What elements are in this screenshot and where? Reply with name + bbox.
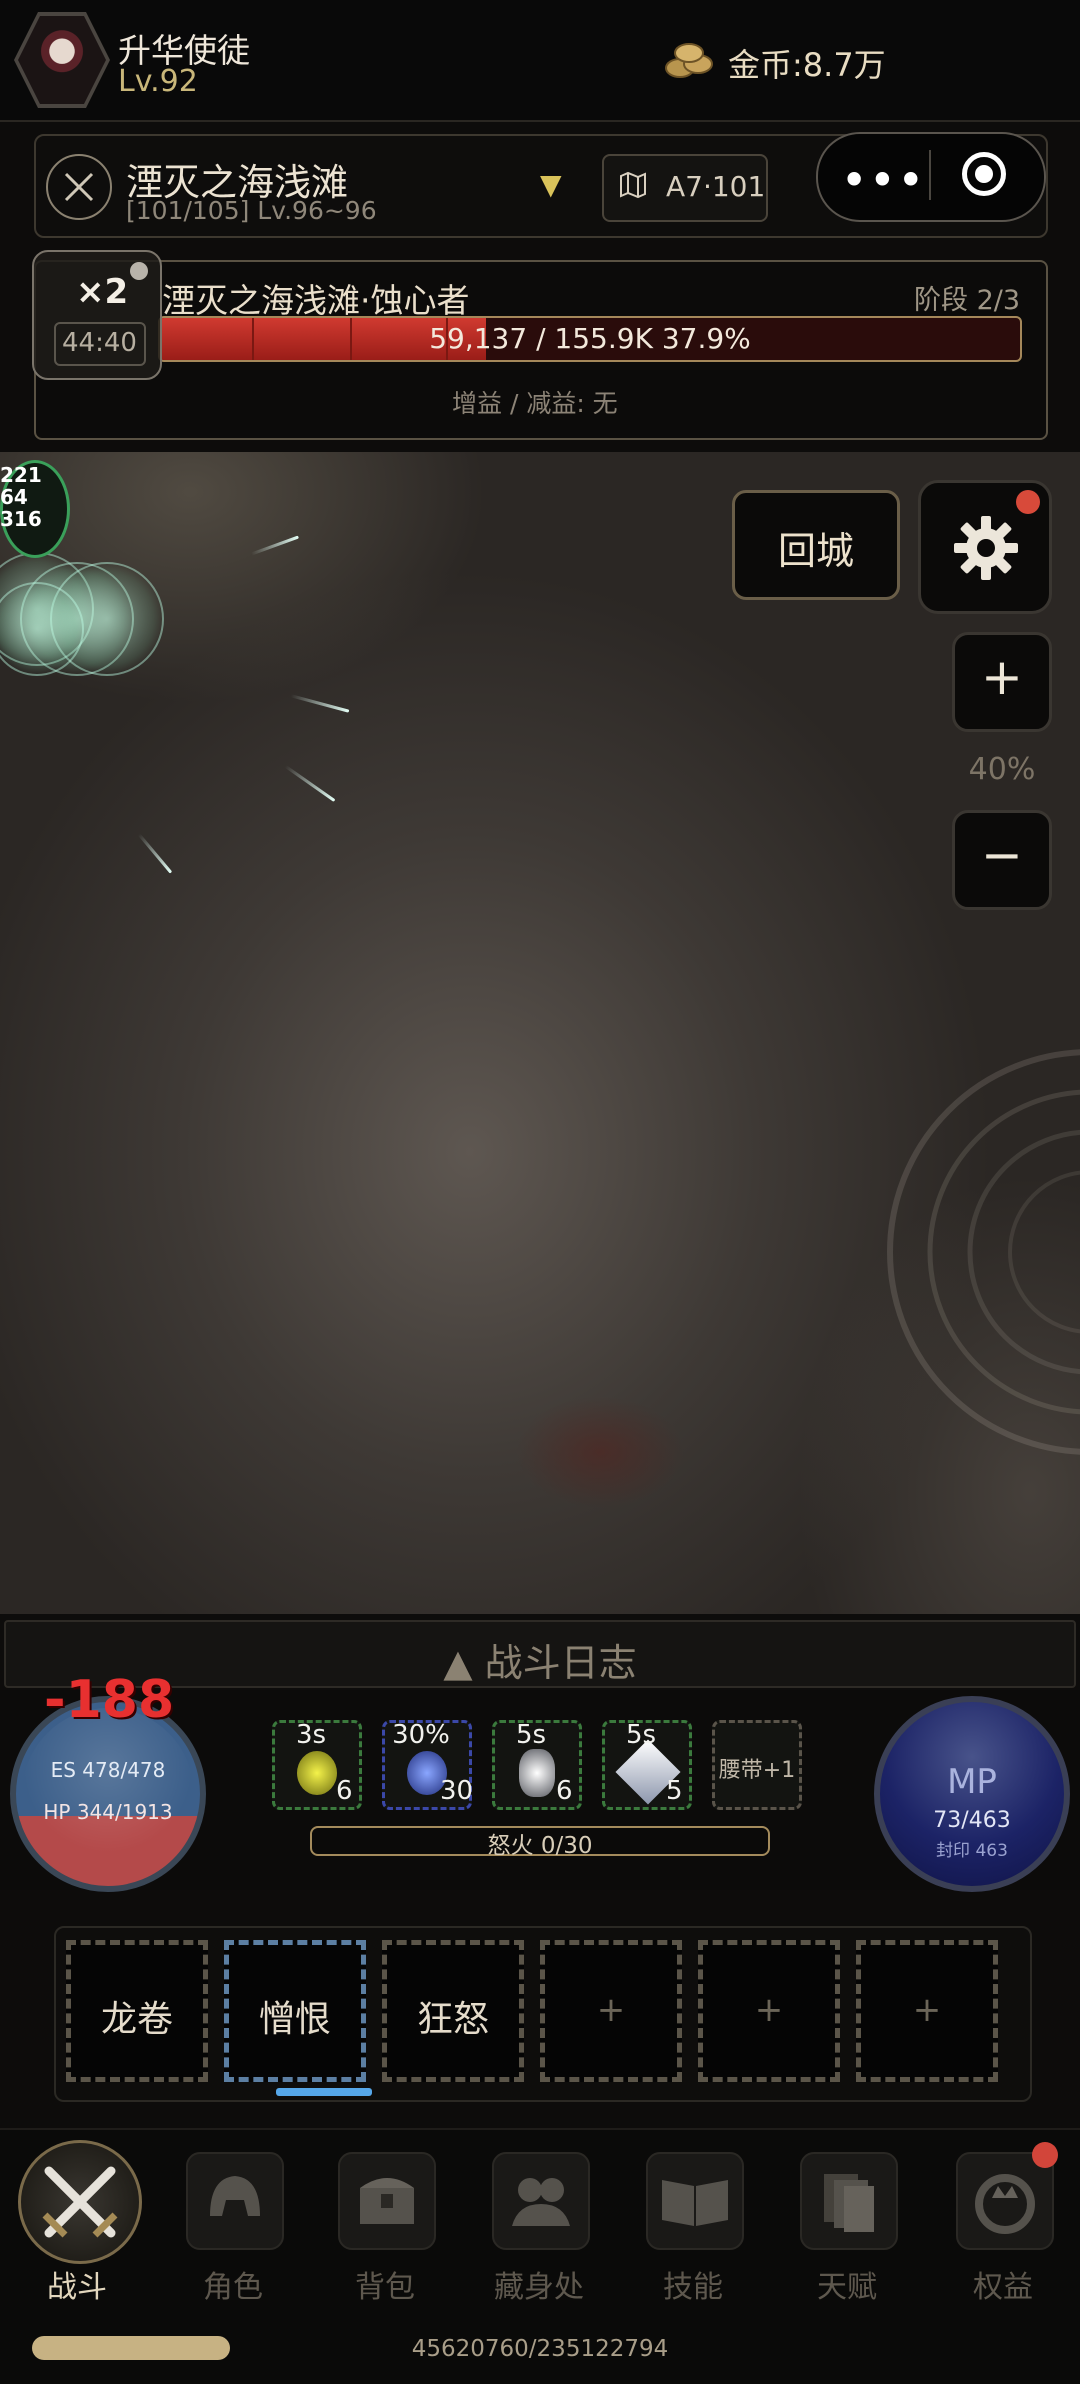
swords-icon[interactable] xyxy=(18,2140,142,2264)
battlefield[interactable] xyxy=(0,452,1080,1614)
experience-value: 45620760/235122794 xyxy=(411,2336,669,2362)
boss-name: 湮灭之海浅滩·蚀心者 xyxy=(162,281,470,320)
boss-stage: 阶段 2/3 xyxy=(914,285,1021,316)
skill-label: 龙卷 xyxy=(100,1999,173,2040)
boss-hp-bar: 59,137 / 155.9K 37.9% xyxy=(158,316,1022,362)
rage-value: 怒火 0/30 xyxy=(487,1833,593,1859)
flask-cooldown: 30% xyxy=(392,1720,450,1750)
cards-icon[interactable] xyxy=(800,2152,898,2250)
flask-count: 5 xyxy=(666,1776,683,1806)
zone-dropdown-icon[interactable]: ▼ xyxy=(540,168,562,201)
energy-shield-value: ES 478/478 xyxy=(50,1758,166,1782)
nav-label-backpack: 背包 xyxy=(355,2270,415,2305)
speed-multiplier: ×2 xyxy=(76,272,129,312)
sealed-mana-value: 封印 463 xyxy=(936,1841,1008,1861)
projectile xyxy=(290,694,350,713)
zone-progress: [101/105] Lv.96~96 xyxy=(126,196,377,225)
flask-count: 6 xyxy=(556,1776,573,1806)
floor-rune-circle xyxy=(887,1049,1080,1455)
nav-label-hideout: 藏身处 xyxy=(494,2270,584,2305)
gold-amount: 金币:8.7万 xyxy=(728,46,886,84)
projectile xyxy=(137,833,173,874)
projectile xyxy=(284,765,336,802)
zoom-in-label: + xyxy=(981,648,1023,706)
flask-icon xyxy=(519,1749,555,1797)
flask-cooldown: 5s xyxy=(625,1720,657,1750)
flask-count: 6 xyxy=(336,1776,353,1806)
flask-count: 30 xyxy=(440,1776,474,1806)
book-icon[interactable] xyxy=(646,2152,744,2250)
hideout-glyph xyxy=(512,2178,570,2226)
gear-icon xyxy=(954,516,1018,580)
zoom-level: 40% xyxy=(968,752,1036,787)
add-skill-icon: + xyxy=(596,1990,626,2030)
flask-icon xyxy=(297,1751,337,1795)
damage-number: -188 xyxy=(44,1670,175,1730)
return-town-label: 回城 xyxy=(777,529,854,573)
zoom-out-label: − xyxy=(981,826,1023,884)
hideout-icon[interactable] xyxy=(492,2152,590,2250)
cards-glyph xyxy=(824,2174,874,2232)
notification-dot xyxy=(1016,490,1040,514)
player-level: Lv.92 xyxy=(118,64,198,99)
speed-timer: 44:40 xyxy=(62,328,137,358)
enemy-marker-values: 221 64 316 xyxy=(0,463,42,531)
skill-active-indicator xyxy=(276,2088,372,2096)
crossed-swords-icon xyxy=(46,154,112,220)
nav-label-talents: 天赋 xyxy=(817,2270,877,2305)
mana-label: MP xyxy=(947,1762,997,1802)
target-dot xyxy=(975,165,993,183)
skill-label: 憎恨 xyxy=(258,1999,331,2040)
nav-label-benefits: 权益 xyxy=(973,2270,1033,2305)
book-glyph xyxy=(662,2180,728,2226)
nav-label-skills: 技能 xyxy=(663,2270,723,2305)
life-orb-shine xyxy=(22,1708,194,1880)
boss-hp-text: 59,137 / 155.9K 37.9% xyxy=(429,322,751,355)
gold-coins-icon xyxy=(665,43,713,78)
chest-icon[interactable] xyxy=(338,2152,436,2250)
map-icon xyxy=(620,171,646,199)
projectile xyxy=(250,535,300,556)
speed-indicator-dot xyxy=(130,262,148,280)
mana-value: 73/463 xyxy=(933,1808,1011,1833)
nav-label-character: 角色 xyxy=(203,2270,263,2305)
more-menu-icon[interactable]: ••• xyxy=(842,158,927,202)
notification-dot xyxy=(1032,2142,1058,2168)
swords-glyph xyxy=(42,2166,118,2238)
boss-buffs: 增益 / 减益: 无 xyxy=(452,389,618,418)
crown-glyph xyxy=(975,2174,1035,2234)
skill-label: 狂怒 xyxy=(416,1999,489,2040)
helmet-icon[interactable] xyxy=(186,2152,284,2250)
flask-cooldown: 3s xyxy=(295,1720,327,1750)
nav-label-battle: 战斗 xyxy=(47,2270,107,2305)
add-skill-icon: + xyxy=(754,1990,784,2030)
chest-glyph xyxy=(360,2178,414,2224)
capsule-divider xyxy=(929,150,931,200)
belt-label: 腰带+1 xyxy=(718,1758,796,1783)
helmet-glyph xyxy=(210,2176,260,2216)
add-skill-icon: + xyxy=(912,1990,942,2030)
flask-cooldown: 5s xyxy=(515,1720,547,1750)
map-code: A7·101 xyxy=(666,170,766,203)
hp-value: HP 344/1913 xyxy=(43,1800,173,1824)
